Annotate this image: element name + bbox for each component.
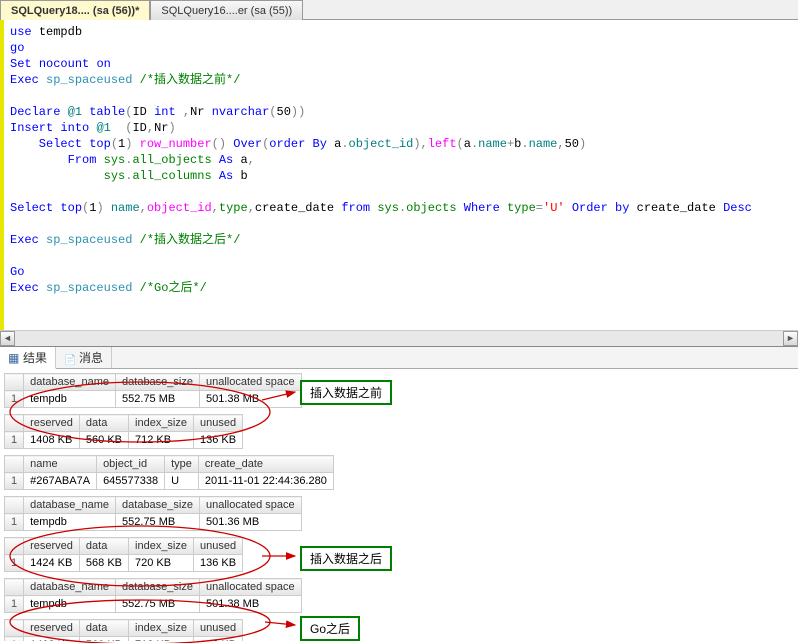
editor-scrollbar[interactable]: ◄ ► bbox=[0, 330, 798, 347]
scroll-right-icon[interactable]: ► bbox=[783, 331, 798, 346]
result-grid-6[interactable]: database_namedatabase_sizeunallocated sp… bbox=[4, 578, 302, 613]
result-grid-2[interactable]: reserveddataindex_sizeunused 11408 KB560… bbox=[4, 414, 243, 449]
sql-editor[interactable]: use tempdb go Set nocount on Exec sp_spa… bbox=[0, 20, 798, 330]
annotation-after: 插入数据之后 bbox=[300, 546, 392, 571]
tab-query18[interactable]: SQLQuery18.... (sa (56))* bbox=[0, 0, 150, 20]
annotation-go-after: Go之后 bbox=[300, 616, 360, 641]
tab-messages[interactable]: 消息 bbox=[56, 347, 112, 368]
result-grid-1[interactable]: database_namedatabase_sizeunallocated sp… bbox=[4, 373, 302, 408]
results-pane: database_namedatabase_sizeunallocated sp… bbox=[0, 369, 798, 641]
grid-icon bbox=[8, 351, 20, 363]
annotation-before: 插入数据之前 bbox=[300, 380, 392, 405]
tab-query16[interactable]: SQLQuery16....er (sa (55)) bbox=[150, 0, 303, 20]
scroll-left-icon[interactable]: ◄ bbox=[0, 331, 15, 346]
result-grid-3[interactable]: nameobject_idtypecreate_date 1#267ABA7A6… bbox=[4, 455, 334, 490]
tab-bar: SQLQuery18.... (sa (56))* SQLQuery16....… bbox=[0, 0, 798, 20]
results-tabs: 结果 消息 bbox=[0, 347, 798, 369]
tab-results[interactable]: 结果 bbox=[0, 347, 56, 369]
result-grid-5[interactable]: reserveddataindex_sizeunused 11424 KB568… bbox=[4, 537, 243, 572]
result-grid-7[interactable]: reserveddataindex_sizeunused 11408 KB560… bbox=[4, 619, 243, 641]
result-grid-4[interactable]: database_namedatabase_sizeunallocated sp… bbox=[4, 496, 302, 531]
message-icon bbox=[64, 352, 76, 364]
